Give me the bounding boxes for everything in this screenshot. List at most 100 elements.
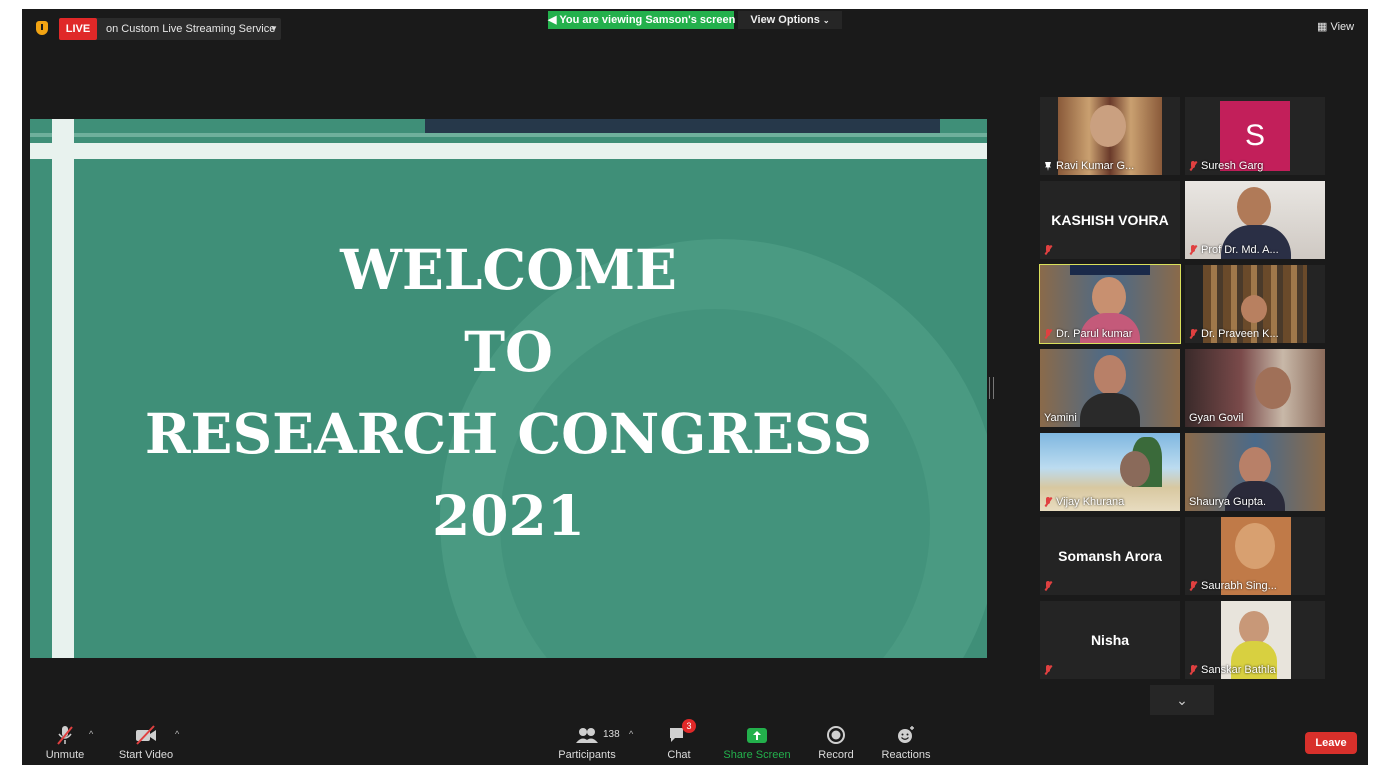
reactions-label: Reactions xyxy=(881,749,931,761)
participant-face xyxy=(1255,367,1291,409)
video-options-caret[interactable]: ^ xyxy=(175,729,179,739)
chat-badge: 3 xyxy=(682,719,696,733)
panel-resize-handle[interactable] xyxy=(989,377,994,399)
participant-tile[interactable]: Vijay Khurana xyxy=(1040,433,1180,511)
live-service-label: on Custom Live Streaming Service xyxy=(106,23,276,35)
participant-face xyxy=(1237,187,1271,227)
participant-tile[interactable]: Ravi Kumar G... xyxy=(1040,97,1180,175)
muted-mic-icon xyxy=(1189,665,1197,675)
participant-tile[interactable]: Nisha xyxy=(1040,601,1180,679)
slide-line: WELCOME xyxy=(340,237,677,302)
participant-face xyxy=(1092,277,1126,317)
participant-tile[interactable]: Somansh Arora xyxy=(1040,517,1180,595)
participant-face xyxy=(1120,451,1150,487)
slide-title: WELCOME TO RESEARCH CONGRESS 2021 xyxy=(30,229,987,557)
participant-tile[interactable]: Gyan Govil xyxy=(1185,349,1325,427)
muted-mic-icon xyxy=(1044,329,1052,339)
participant-tile[interactable]: Dr. Praveen K... xyxy=(1185,265,1325,343)
participant-name: Vijay Khurana xyxy=(1056,496,1125,508)
viewing-banner-text: You are viewing Samson's screen xyxy=(559,14,736,26)
view-button-label: View xyxy=(1330,21,1355,33)
unmute-label: Unmute xyxy=(45,749,85,761)
smiley-icon xyxy=(879,725,933,747)
participant-name-large: Somansh Arora xyxy=(1058,548,1162,564)
participant-tile[interactable]: Yamini xyxy=(1040,349,1180,427)
participant-tile[interactable]: KASHISH VOHRA xyxy=(1040,181,1180,259)
gallery-next-page-button[interactable]: ⌄ xyxy=(1150,685,1214,715)
participant-face xyxy=(1239,611,1269,645)
participant-face xyxy=(1094,355,1126,395)
participants-label: Participants xyxy=(558,749,616,761)
record-button[interactable]: Record xyxy=(816,725,856,761)
participant-name: Dr. Praveen K... xyxy=(1201,328,1279,340)
slide-line: 2021 xyxy=(431,483,586,548)
view-options-button[interactable]: View Options ⌄ xyxy=(738,11,842,29)
live-tag: LIVE xyxy=(59,18,97,40)
participant-name: Dr. Parul kumar xyxy=(1056,328,1133,340)
share-screen-label: Share Screen xyxy=(723,749,791,761)
audio-options-caret[interactable]: ^ xyxy=(89,729,93,739)
viewing-screen-banner: ◀︎ You are viewing Samson's screen xyxy=(548,11,736,29)
view-button[interactable]: ▦ View xyxy=(1317,20,1354,33)
participant-name: Ravi Kumar G... xyxy=(1056,160,1135,172)
muted-mic-icon xyxy=(1044,581,1052,591)
grid-icon: ▦ xyxy=(1317,21,1328,33)
live-stream-badge[interactable]: LIVE on Custom Live Streaming Service ▼ xyxy=(59,18,281,40)
slide-line: RESEARCH CONGRESS xyxy=(144,401,873,466)
chat-button[interactable]: 3 Chat xyxy=(662,719,696,761)
participant-tile[interactable]: Saurabh Sing... xyxy=(1185,517,1325,595)
speaker-icon: ◀︎ xyxy=(548,14,560,26)
participant-face xyxy=(1235,523,1275,569)
muted-mic-icon xyxy=(1189,245,1197,255)
chat-label: Chat xyxy=(667,749,691,761)
security-shield-icon[interactable] xyxy=(36,21,48,35)
view-options-label: View Options xyxy=(750,14,820,26)
unmute-button[interactable]: Unmute xyxy=(42,725,88,761)
participant-tile-active-speaker[interactable]: Dr. Parul kumar xyxy=(1039,264,1181,344)
record-icon xyxy=(816,725,856,747)
pin-icon xyxy=(1045,162,1051,171)
participant-tile[interactable]: Shaurya Gupta. xyxy=(1185,433,1325,511)
participant-name: Yamini xyxy=(1044,412,1077,424)
share-screen-button[interactable]: Share Screen xyxy=(723,725,791,761)
participant-face xyxy=(1239,447,1271,485)
participant-name: Saurabh Sing... xyxy=(1201,580,1277,592)
caret-down-icon[interactable]: ▼ xyxy=(270,18,278,40)
slide-decor-hbar xyxy=(30,143,987,159)
participant-face xyxy=(1241,295,1267,323)
muted-mic-icon xyxy=(42,725,88,747)
share-screen-icon xyxy=(723,725,791,747)
participant-name-large: Nisha xyxy=(1090,632,1130,648)
record-label: Record xyxy=(818,749,854,761)
participant-tile[interactable]: Sanskar Bathla xyxy=(1185,601,1325,679)
participants-count: 138 xyxy=(603,729,620,740)
participant-tile[interactable]: Prof Dr. Md. A... xyxy=(1185,181,1325,259)
shared-screen-slide: WELCOME TO RESEARCH CONGRESS 2021 xyxy=(30,119,987,658)
participant-name: Gyan Govil xyxy=(1189,412,1244,424)
chat-icon: 3 xyxy=(662,719,696,747)
muted-mic-icon xyxy=(1189,581,1197,591)
participant-name: Prof Dr. Md. A... xyxy=(1201,244,1279,256)
participant-bg-banner xyxy=(1070,265,1150,275)
start-video-button[interactable]: Start Video xyxy=(118,725,174,761)
slide-decor-line xyxy=(30,133,987,137)
reactions-button[interactable]: Reactions xyxy=(879,725,933,761)
muted-mic-icon xyxy=(1189,329,1197,339)
video-off-icon xyxy=(118,725,174,747)
chevron-down-icon: ⌄ xyxy=(822,16,830,25)
participant-name: Shaurya Gupta. xyxy=(1189,496,1267,508)
leave-button[interactable]: Leave xyxy=(1305,732,1357,754)
muted-mic-icon xyxy=(1044,497,1052,507)
start-video-label: Start Video xyxy=(118,749,174,761)
participants-options-caret[interactable]: ^ xyxy=(629,729,633,739)
participant-name-large: KASHISH VOHRA xyxy=(1051,212,1169,228)
muted-mic-icon xyxy=(1044,665,1052,675)
zoom-meeting-window: LIVE on Custom Live Streaming Service ▼ … xyxy=(22,9,1368,765)
muted-mic-icon xyxy=(1044,245,1052,255)
muted-mic-icon xyxy=(1189,161,1197,171)
slide-line: TO xyxy=(464,319,553,384)
participant-tile[interactable]: S Suresh Garg xyxy=(1185,97,1325,175)
participant-name: Sanskar Bathla xyxy=(1201,664,1276,676)
participant-name: Suresh Garg xyxy=(1201,160,1264,172)
participant-face xyxy=(1090,105,1126,147)
